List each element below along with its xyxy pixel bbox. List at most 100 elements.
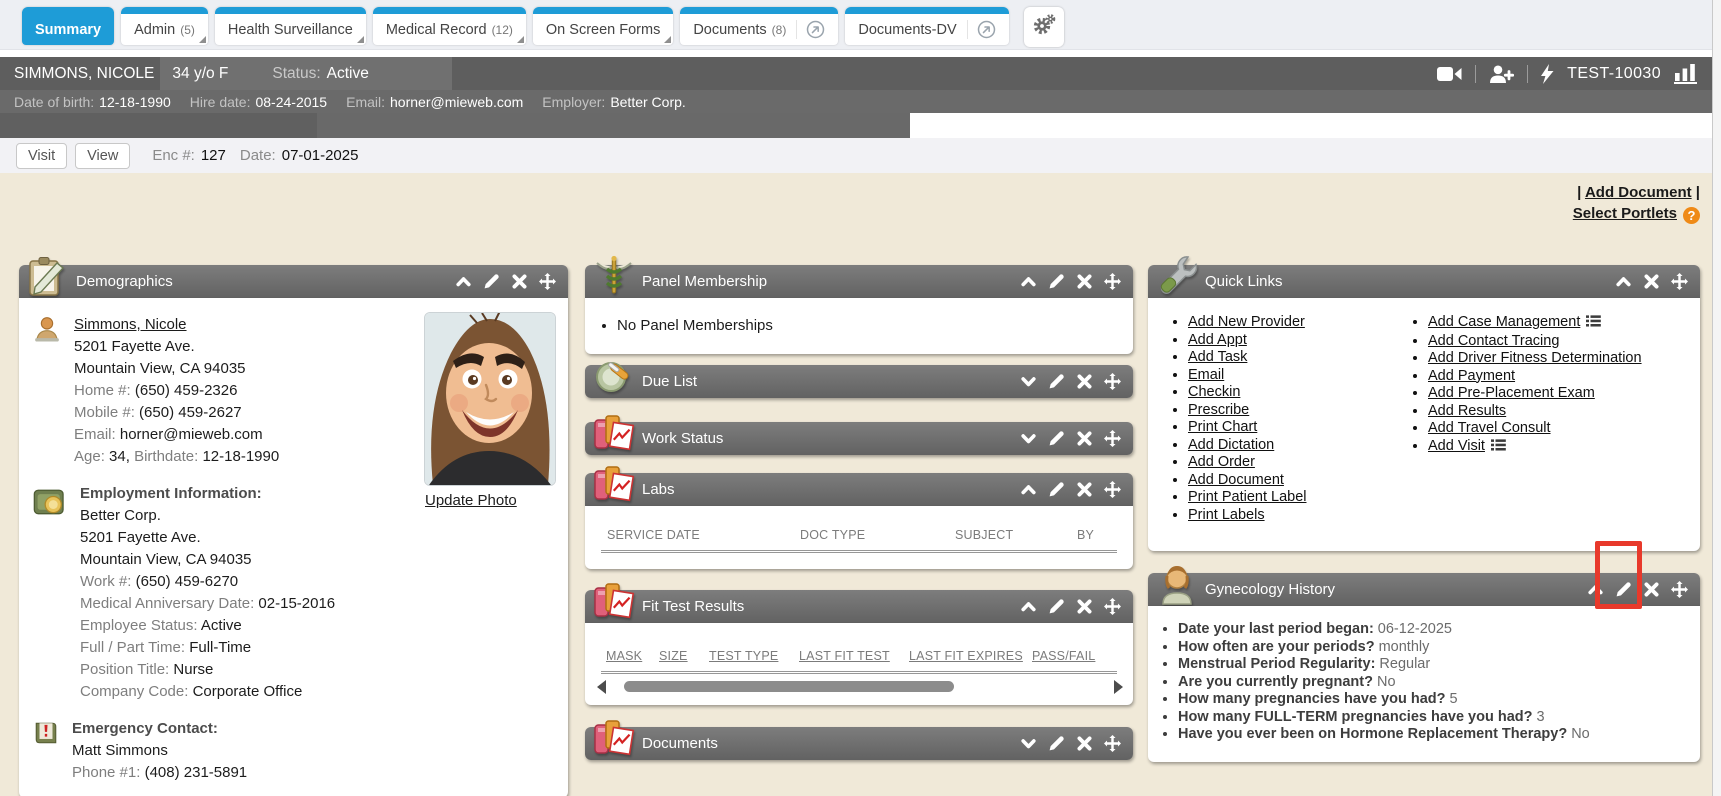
move-icon[interactable] [1104, 373, 1121, 390]
quick-link[interactable]: Add Payment [1428, 368, 1515, 384]
move-icon[interactable] [539, 273, 556, 290]
email-value: horner@mieweb.com [120, 426, 263, 443]
sort-column[interactable]: LAST FIT EXPIRES [909, 649, 1032, 663]
red-highlight-annotation [1595, 541, 1642, 609]
tab-settings-button[interactable] [1024, 7, 1064, 47]
sort-column[interactable]: SIZE [659, 649, 709, 663]
patient-photo[interactable] [424, 312, 556, 486]
tab-documents[interactable]: Documents(8) [680, 7, 838, 45]
close-icon[interactable] [1076, 273, 1093, 290]
quick-link[interactable]: Add Travel Consult [1428, 420, 1551, 436]
quick-link[interactable]: Add Dictation [1188, 437, 1274, 453]
close-icon[interactable] [1076, 598, 1093, 615]
move-icon[interactable] [1104, 735, 1121, 752]
move-icon[interactable] [1104, 273, 1121, 290]
expand-icon[interactable] [1020, 430, 1037, 447]
home-phone: (650) 459-2326 [135, 382, 238, 399]
move-icon[interactable] [1104, 430, 1121, 447]
close-icon[interactable] [1643, 273, 1660, 290]
edit-icon[interactable] [483, 273, 500, 290]
status-label: Status: [272, 65, 320, 83]
tab-summary[interactable]: Summary [22, 7, 114, 45]
add-person-icon[interactable] [1489, 65, 1514, 83]
menu-grid-icon[interactable] [1491, 439, 1506, 457]
video-call-icon[interactable] [1437, 66, 1462, 82]
quick-link[interactable]: Add Results [1428, 403, 1506, 419]
quick-link[interactable]: Add Task [1188, 349, 1247, 365]
edit-icon[interactable] [1048, 598, 1065, 615]
move-icon[interactable] [1104, 481, 1121, 498]
flowsheet-chart-icon[interactable] [1674, 64, 1697, 84]
popout-icon[interactable] [796, 20, 825, 39]
scroll-left-icon[interactable] [597, 680, 606, 694]
quick-action-bolt-icon[interactable] [1541, 64, 1554, 84]
quick-link[interactable]: Print Labels [1188, 507, 1265, 523]
collapse-icon[interactable] [1020, 481, 1037, 498]
quick-link[interactable]: Add Driver Fitness Determination [1428, 350, 1642, 366]
expand-icon[interactable] [1020, 373, 1037, 390]
quick-link[interactable]: Print Patient Label [1188, 489, 1307, 505]
quick-link[interactable]: Add Pre-Placement Exam [1428, 385, 1595, 401]
sort-column[interactable]: TEST TYPE [709, 649, 799, 663]
portlet-labs: Labs SERVICE DATE DOC TYPE SUBJECT BY [585, 473, 1133, 569]
sort-column[interactable]: MASK [606, 649, 659, 663]
close-icon[interactable] [1076, 735, 1093, 752]
quick-link[interactable]: Add Order [1188, 454, 1255, 470]
employment-section: Employment Information: Better Corp. 520… [33, 483, 554, 703]
menu-grid-icon[interactable] [1586, 315, 1601, 333]
tab-on-screen-forms[interactable]: On Screen Forms [533, 7, 673, 45]
select-portlets-link[interactable]: Select Portlets [1573, 205, 1677, 222]
add-document-link[interactable]: Add Document [1585, 184, 1692, 201]
portlet-panel-membership: Panel Membership No Panel Memberships [585, 265, 1133, 354]
portlet-title: Panel Membership [642, 273, 767, 290]
collapse-icon[interactable] [1020, 598, 1037, 615]
view-button[interactable]: View [75, 143, 130, 169]
help-icon[interactable]: ? [1683, 207, 1700, 224]
emergency-contact-section: Emergency Contact: Matt Simmons Phone #1… [33, 718, 554, 784]
quick-link[interactable]: Add Document [1188, 472, 1284, 488]
quick-link[interactable]: Add Visit [1428, 438, 1485, 454]
quick-link[interactable]: Print Chart [1188, 419, 1257, 435]
move-icon[interactable] [1104, 598, 1121, 615]
visit-button[interactable]: Visit [16, 143, 67, 169]
quick-link[interactable]: Email [1188, 367, 1224, 383]
quick-link[interactable]: Add Appt [1188, 332, 1247, 348]
move-icon[interactable] [1671, 581, 1688, 598]
edit-icon[interactable] [1048, 273, 1065, 290]
collapse-icon[interactable] [1615, 273, 1632, 290]
quick-link[interactable]: Prescribe [1188, 402, 1249, 418]
expand-icon[interactable] [1020, 735, 1037, 752]
collapse-icon[interactable] [455, 273, 472, 290]
close-icon[interactable] [1643, 581, 1660, 598]
update-photo-link[interactable]: Update Photo [425, 492, 517, 509]
edit-icon[interactable] [1048, 735, 1065, 752]
patient-name: SIMMONS, NICOLE [14, 65, 154, 83]
tab-admin[interactable]: Admin(5) [121, 7, 208, 45]
patient-name-link[interactable]: Simmons, Nicole [74, 316, 187, 333]
portlet-title: Work Status [642, 430, 723, 447]
collapse-icon[interactable] [1020, 273, 1037, 290]
portlet-demographics: Demographics Simmons, Nicole 5201 Fayett… [19, 265, 568, 796]
close-icon[interactable] [1076, 481, 1093, 498]
edit-icon[interactable] [1048, 373, 1065, 390]
popout-icon[interactable] [967, 20, 996, 39]
close-icon[interactable] [1076, 373, 1093, 390]
scroll-right-icon[interactable] [1114, 680, 1123, 694]
vertical-scrollbar[interactable] [1712, 0, 1721, 796]
quick-link[interactable]: Add New Provider [1188, 314, 1305, 330]
quick-link[interactable]: Add Contact Tracing [1428, 333, 1559, 349]
tab-documents-dv[interactable]: Documents-DV [845, 7, 1008, 45]
sort-column[interactable]: LAST FIT TEST [799, 649, 909, 663]
sort-column[interactable]: PASS/FAIL [1032, 649, 1095, 663]
scrollbar-thumb[interactable] [624, 681, 954, 692]
edit-icon[interactable] [1048, 430, 1065, 447]
quick-link[interactable]: Checkin [1188, 384, 1240, 400]
wrench-icon [1155, 254, 1199, 298]
tab-health-surveillance[interactable]: Health Surveillance [215, 7, 366, 45]
edit-icon[interactable] [1048, 481, 1065, 498]
quick-link[interactable]: Add Case Management [1428, 314, 1580, 330]
close-icon[interactable] [511, 273, 528, 290]
move-icon[interactable] [1671, 273, 1688, 290]
tab-medical-record[interactable]: Medical Record(12) [373, 7, 526, 45]
close-icon[interactable] [1076, 430, 1093, 447]
